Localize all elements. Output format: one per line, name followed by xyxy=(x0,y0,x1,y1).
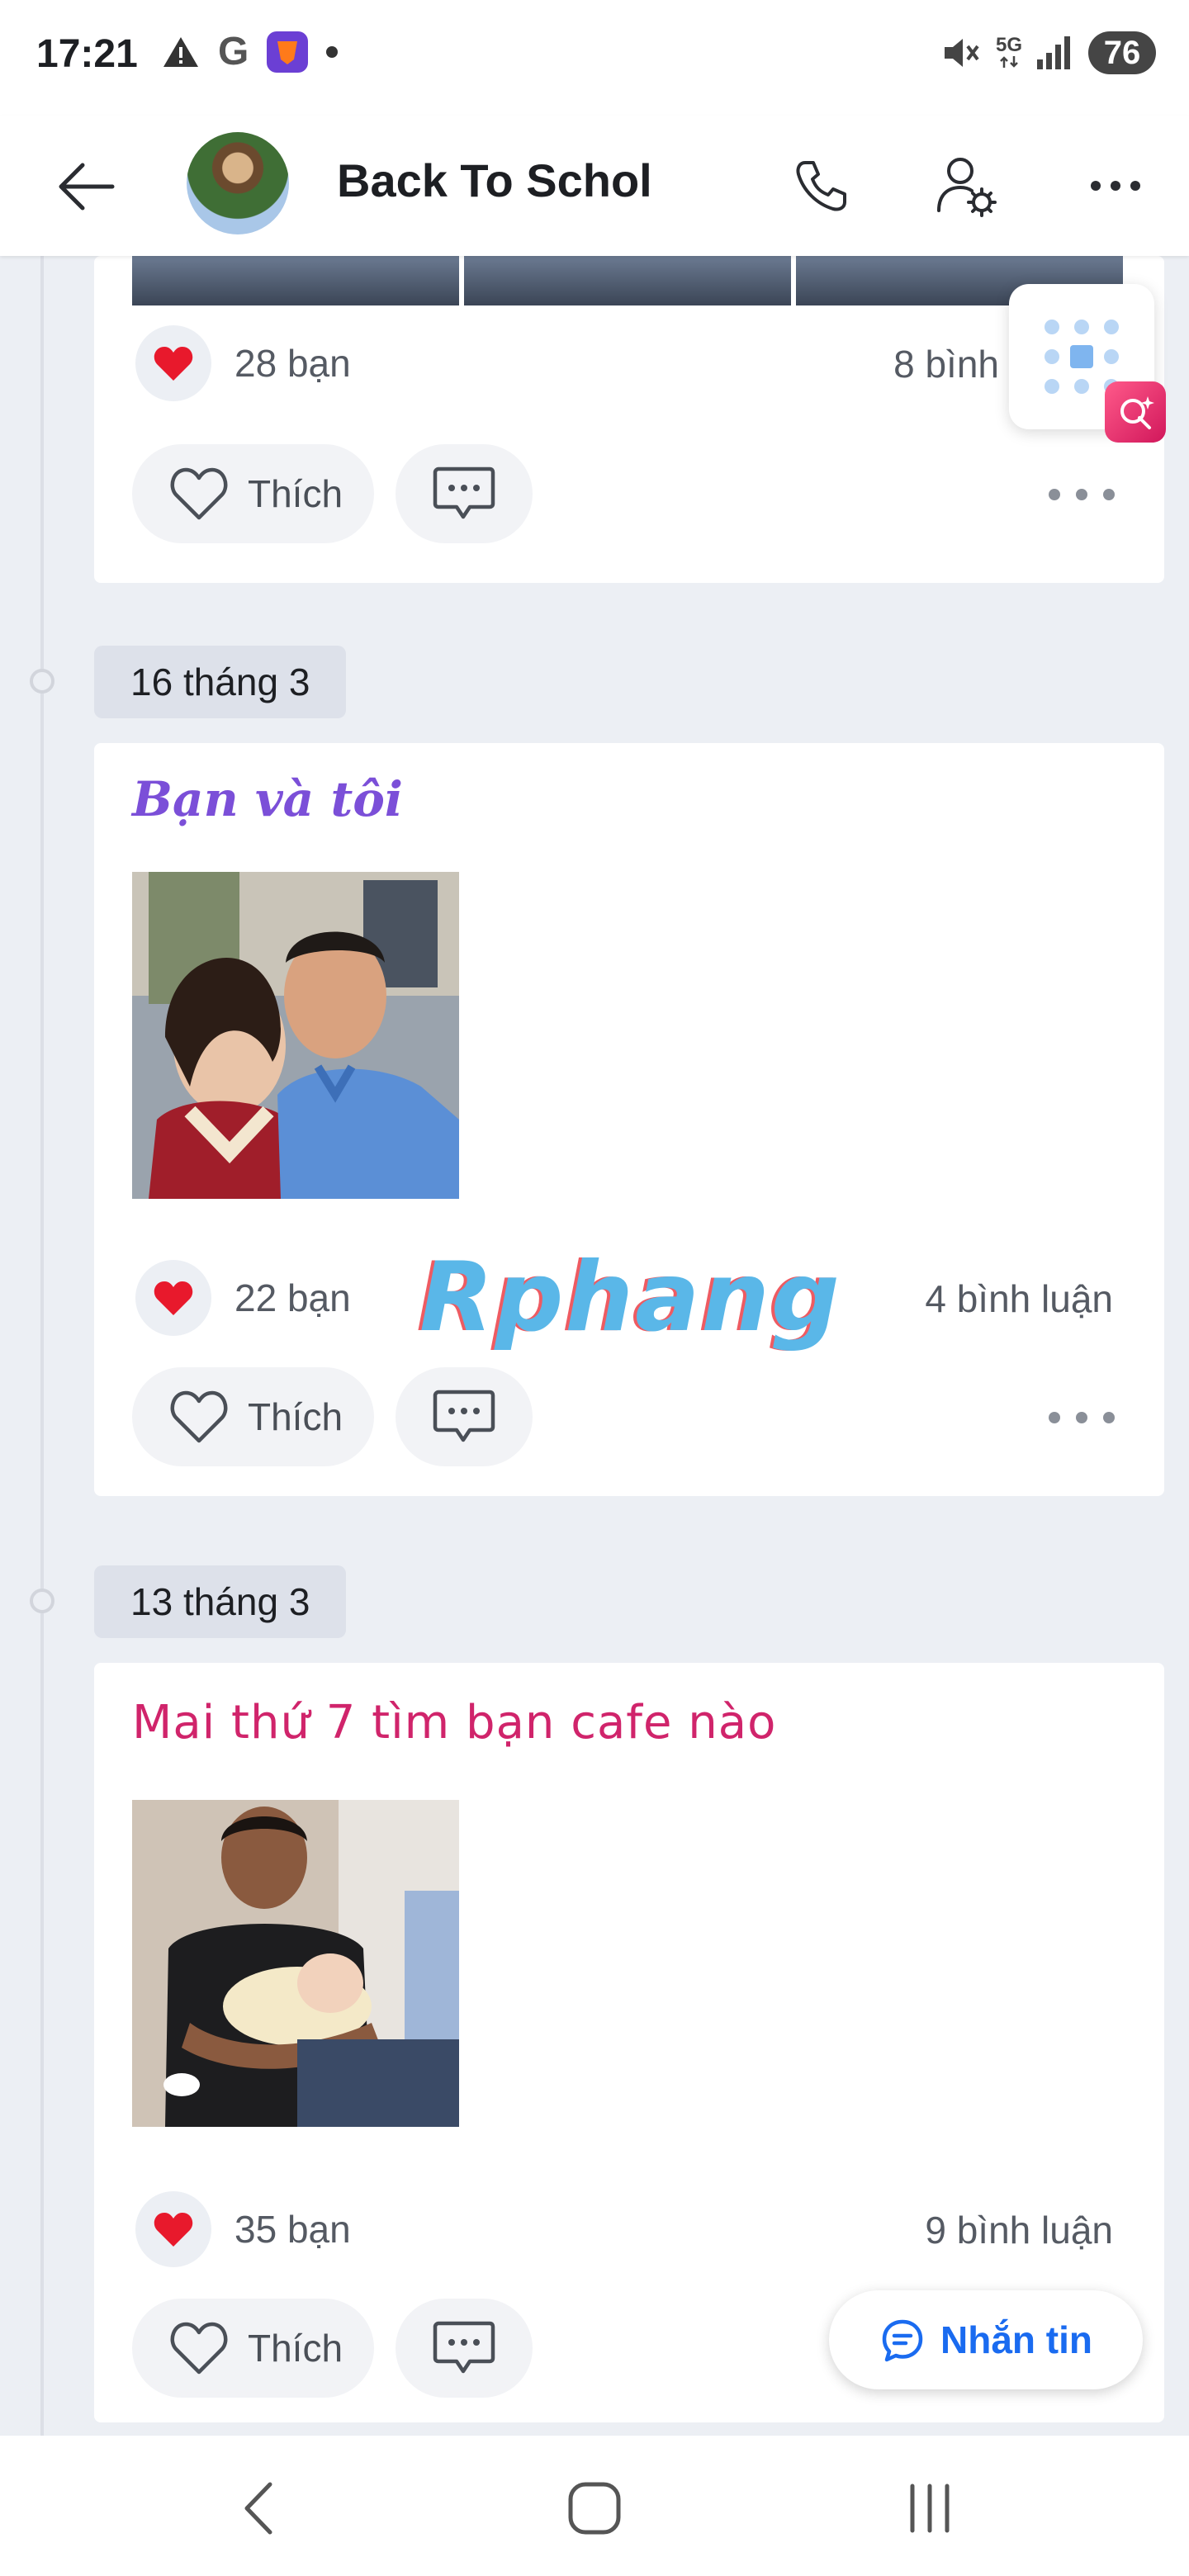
comment-count[interactable]: 9 bình luận xyxy=(925,2208,1113,2252)
like-button[interactable]: Thích xyxy=(132,444,375,543)
mute-icon xyxy=(944,39,979,67)
post-card: 28 bạn 8 bình Thích xyxy=(94,256,1164,583)
floating-edit-icon[interactable] xyxy=(1105,381,1166,443)
user-settings-icon xyxy=(937,158,997,217)
system-nav-bar xyxy=(0,2436,1189,2576)
warning-icon xyxy=(163,37,198,67)
brave-icon xyxy=(267,31,309,73)
system-icons: 5G 76 xyxy=(941,31,1156,74)
date-header: 16 tháng 3 xyxy=(94,646,347,718)
comment-button[interactable] xyxy=(396,1367,533,1466)
post-photo[interactable] xyxy=(132,1800,459,2127)
timeline-node xyxy=(30,669,54,694)
phone-icon xyxy=(796,161,846,211)
post-photo[interactable] xyxy=(132,872,459,1199)
comment-count[interactable]: 4 bình luận xyxy=(925,1276,1113,1321)
home-square-icon xyxy=(568,2482,621,2535)
nav-back-button[interactable] xyxy=(220,2469,299,2548)
heart-reaction-icon xyxy=(135,1260,211,1336)
notification-icons: G xyxy=(162,30,339,73)
post-more-icon[interactable] xyxy=(1049,1405,1115,1430)
group-title[interactable]: Back To Schol xyxy=(337,154,652,207)
timeline-line xyxy=(40,256,44,2436)
heart-outline-icon xyxy=(170,1390,228,1443)
post-title: Mai thứ 7 tìm bạn cafe nào xyxy=(132,1696,777,1750)
photo-strip[interactable] xyxy=(132,256,1123,305)
google-icon: G xyxy=(218,30,249,73)
date-header: 13 tháng 3 xyxy=(94,1565,347,1638)
screen: 17:21 G 5G 76 Back To Schol 28 bạn 8 bìn… xyxy=(0,0,1189,2576)
heart-outline-icon xyxy=(170,2322,228,2375)
status-bar: 17:21 G 5G 76 xyxy=(0,0,1189,116)
comment-count[interactable]: 8 bình xyxy=(893,342,999,386)
chat-icon xyxy=(882,2319,923,2362)
call-button[interactable] xyxy=(784,149,859,223)
comment-bubble-icon xyxy=(433,1390,495,1442)
recents-icon xyxy=(910,2484,950,2533)
post-actions: Thích xyxy=(132,2299,533,2398)
post-title: Bạn và tôi xyxy=(132,771,403,827)
post-actions: Thích xyxy=(132,1367,533,1466)
send-message-button[interactable]: Nhắn tin xyxy=(829,2290,1143,2389)
comment-button[interactable] xyxy=(396,444,533,543)
watermark-logo: Rphang xyxy=(419,1242,841,1353)
photo-thumbnail[interactable] xyxy=(464,256,791,305)
more-notifications-icon xyxy=(326,46,339,58)
group-settings-button[interactable] xyxy=(930,149,1004,223)
post-more-icon[interactable] xyxy=(1049,482,1115,507)
comment-bubble-icon xyxy=(433,2321,495,2374)
app-header: Back To Schol xyxy=(0,116,1189,256)
chevron-left-icon xyxy=(244,2482,272,2535)
heart-reaction-icon xyxy=(135,325,211,401)
reaction-summary[interactable]: 22 bạn xyxy=(135,1260,351,1336)
data-arrows-icon xyxy=(1000,56,1018,68)
heart-reaction-icon xyxy=(135,2191,211,2267)
post-actions: Thích xyxy=(132,444,533,543)
comment-button[interactable] xyxy=(396,2299,533,2398)
like-button[interactable]: Thích xyxy=(132,1367,375,1466)
more-options-button[interactable] xyxy=(1078,149,1153,223)
comment-bubble-icon xyxy=(433,466,495,519)
reaction-summary[interactable]: 28 bạn xyxy=(135,325,351,401)
back-arrow-icon[interactable] xyxy=(54,155,117,218)
nav-recents-button[interactable] xyxy=(890,2469,969,2548)
network-indicator: 5G xyxy=(996,36,1022,69)
nav-home-button[interactable] xyxy=(555,2469,634,2548)
selfie-photo xyxy=(132,872,459,1199)
more-horizontal-icon xyxy=(1091,181,1140,191)
group-avatar[interactable] xyxy=(187,132,289,234)
post-card[interactable]: Bạn và tôi 22 bạn 4 bình luận Thích xyxy=(94,743,1164,1496)
status-time: 17:21 xyxy=(36,32,138,76)
man-holding-baby-photo xyxy=(132,1800,459,2127)
like-button[interactable]: Thích xyxy=(132,2299,375,2398)
timeline-node xyxy=(30,1589,54,1613)
photo-thumbnail[interactable] xyxy=(132,256,459,305)
battery-indicator: 76 xyxy=(1088,31,1156,74)
reaction-summary[interactable]: 35 bạn xyxy=(135,2191,351,2267)
signal-icon xyxy=(1037,36,1070,69)
heart-outline-icon xyxy=(170,467,228,520)
